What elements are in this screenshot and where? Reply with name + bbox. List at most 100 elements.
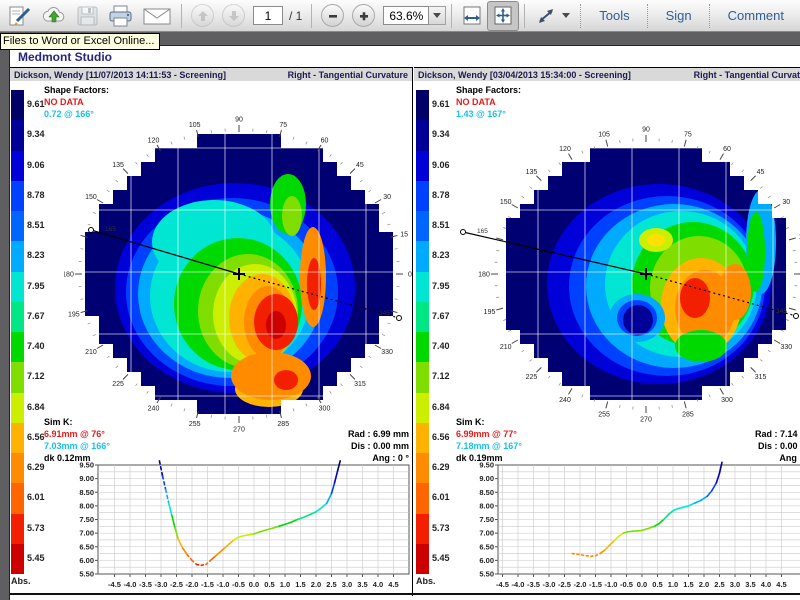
x-axis-tick-label: 1.0 — [280, 580, 290, 589]
scale-color-block — [11, 362, 24, 392]
x-axis-tick-label: 2.5 — [326, 580, 336, 589]
scale-value-label: 7.67 — [27, 311, 57, 321]
patient-label: Dickson, Wendy [11/07/2013 14:11:53 - Sc… — [14, 70, 226, 80]
scale-color-block — [11, 483, 24, 513]
scale-value-label: 9.61 — [27, 99, 57, 109]
degree-label: 285 — [682, 412, 694, 419]
sim-k2-value: 7.18mm @ 167° — [456, 440, 522, 452]
zoom-dropdown-button[interactable] — [429, 6, 446, 25]
next-page-button[interactable] — [218, 2, 249, 30]
scale-value-label: 9.34 — [27, 129, 57, 139]
degree-label: 225 — [112, 381, 124, 388]
scale-value-label: 7.95 — [27, 281, 57, 291]
fit-width-button[interactable] — [457, 2, 487, 30]
degree-label: 30 — [782, 199, 790, 206]
previous-page-button[interactable] — [187, 2, 218, 30]
toolbar-separator — [580, 4, 582, 28]
y-axis-tick-label: 6.50 — [79, 542, 94, 551]
y-axis-tick-label: 8.50 — [79, 488, 94, 497]
save-icon — [76, 5, 100, 27]
x-axis-tick-label: -1.0 — [605, 580, 618, 589]
scale-color-block — [416, 211, 429, 241]
scale-value-label: 6.56 — [27, 432, 57, 442]
degree-label: 120 — [559, 146, 571, 153]
y-axis-tick-label: 7.50 — [79, 515, 94, 524]
save-button[interactable] — [72, 2, 104, 30]
panel-header-left: Dickson, Wendy [11/07/2013 14:11:53 - Sc… — [10, 67, 412, 81]
scale-color-block — [11, 241, 24, 271]
degree-label: 120 — [148, 137, 160, 144]
x-axis-tick-label: 3.0 — [730, 580, 740, 589]
fill-sign-button[interactable] — [4, 2, 36, 30]
page-number-input[interactable] — [253, 6, 283, 25]
x-axis-tick-label: 0.0 — [249, 580, 259, 589]
scale-value-label: 8.51 — [432, 220, 462, 230]
y-axis-tick-label: 9.00 — [79, 474, 94, 483]
comment-button[interactable]: Comment — [716, 8, 796, 23]
scale-value-label: 8.78 — [432, 190, 462, 200]
scale-value-label: 6.29 — [432, 462, 462, 472]
reading-mode-button[interactable] — [530, 2, 574, 30]
chevron-down-icon — [433, 13, 441, 18]
x-axis-tick-label: -3.0 — [543, 580, 556, 589]
y-axis-tick-label: 6.00 — [79, 556, 94, 565]
scale-color-block — [416, 514, 429, 544]
fit-page-icon — [492, 5, 514, 27]
x-axis-tick-label: 3.5 — [745, 580, 755, 589]
scale-value-label: 8.23 — [432, 250, 462, 260]
x-axis-tick-label: -1.5 — [201, 580, 214, 589]
arrow-up-icon — [197, 10, 209, 22]
degree-label: 0 — [408, 272, 412, 279]
arrow-down-icon — [228, 10, 240, 22]
scale-value-label: 9.06 — [27, 160, 57, 170]
x-axis-tick-label: 4.0 — [761, 580, 771, 589]
scale-value-label: 7.67 — [432, 311, 462, 321]
scale-color-block — [11, 544, 24, 574]
scale-color-block — [11, 272, 24, 302]
degree-label: 105 — [189, 122, 201, 129]
degree-label: 270 — [233, 427, 245, 434]
dis-value: Dis : 0.00 mm — [610, 440, 800, 452]
exam-label: Right - Tangential Curvature — [288, 70, 408, 80]
page-number-group: / 1 — [249, 2, 306, 30]
print-button[interactable] — [104, 2, 138, 30]
fit-page-button[interactable] — [487, 1, 519, 31]
scale-value-label: 5.45 — [432, 553, 462, 563]
x-axis-tick-label: -4.5 — [496, 580, 509, 589]
scale-value-label: 9.34 — [432, 129, 462, 139]
zoom-level-input[interactable] — [383, 6, 429, 25]
export-online-button[interactable] — [36, 2, 72, 30]
degree-label: 30 — [383, 194, 391, 201]
y-axis-tick-label: 6.00 — [479, 556, 494, 565]
scale-color-block — [11, 332, 24, 362]
degree-label: 225 — [526, 374, 538, 381]
scale-value-label: 6.29 — [27, 462, 57, 472]
degree-label: 90 — [235, 117, 243, 124]
scale-color-block — [416, 120, 429, 150]
scale-color-block — [416, 453, 429, 483]
tangential-curvature-map-left: 0153045607590105120135150180195210225240… — [64, 104, 424, 449]
x-axis-tick-label: -3.5 — [139, 580, 152, 589]
tools-button[interactable]: Tools — [587, 8, 641, 23]
degree-label: 210 — [500, 344, 512, 351]
zoom-out-button[interactable] — [317, 2, 348, 30]
pdf-toolbar: / 1 — [0, 0, 800, 32]
shape-factors-heading: Shape Factors: — [44, 84, 109, 96]
x-axis-tick-label: 4.5 — [776, 580, 786, 589]
fit-width-icon — [461, 5, 483, 27]
scale-color-block — [416, 332, 429, 362]
degree-label: 315 — [755, 374, 767, 381]
email-button[interactable] — [138, 2, 176, 30]
scale-color-block — [416, 272, 429, 302]
degree-label: 240 — [148, 406, 160, 413]
scale-color-block — [416, 393, 429, 423]
x-axis-tick-label: 2.5 — [714, 580, 724, 589]
zoom-in-button[interactable] — [348, 2, 379, 30]
scale-value-label: 6.84 — [27, 402, 57, 412]
toolbar-separator — [647, 4, 649, 28]
y-axis-tick-label: 5.50 — [479, 570, 494, 579]
sign-button[interactable]: Sign — [654, 8, 704, 23]
page-bottom-rule — [10, 593, 800, 595]
y-axis-tick-label: 8.00 — [79, 501, 94, 510]
x-axis-tick-label: -4.0 — [124, 580, 137, 589]
